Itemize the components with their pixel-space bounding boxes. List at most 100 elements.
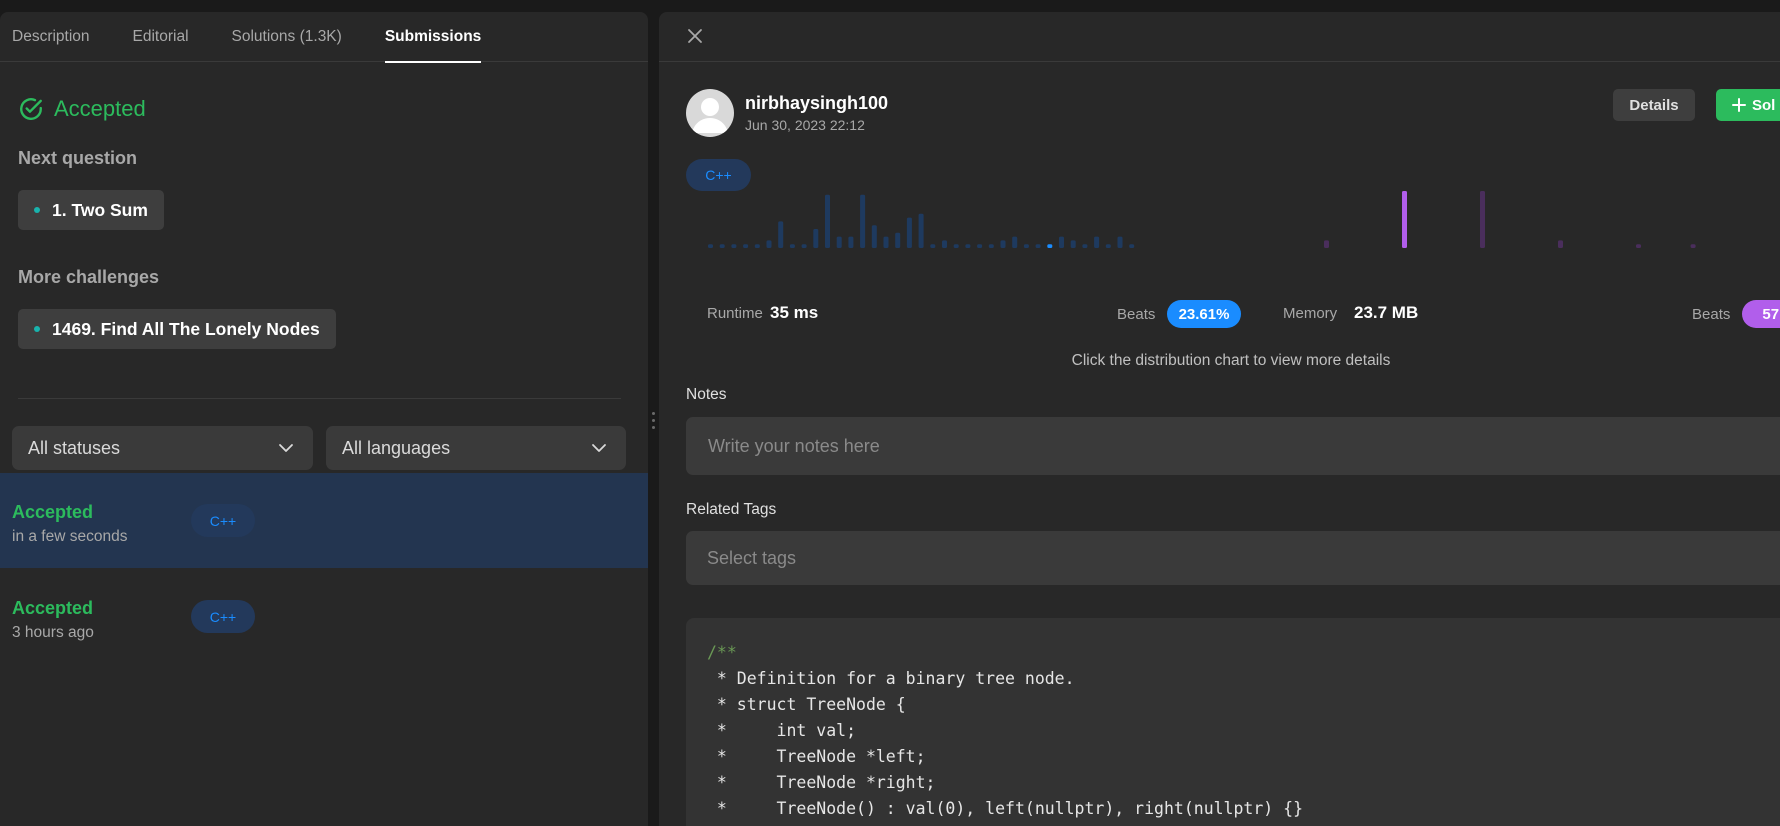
runtime-bar[interactable] bbox=[836, 236, 842, 248]
grip-dot bbox=[652, 412, 655, 415]
runtime-bar[interactable] bbox=[1059, 236, 1064, 248]
tab-editorial[interactable]: Editorial bbox=[133, 12, 189, 62]
submission-status: Accepted bbox=[12, 502, 94, 522]
notes-label: Notes bbox=[686, 386, 727, 403]
memory-value: 23.7 MB bbox=[1354, 303, 1419, 322]
chart-hint: Click the distribution chart to view mor… bbox=[1071, 352, 1391, 369]
runtime-bar[interactable] bbox=[848, 236, 854, 248]
runtime-bar[interactable] bbox=[895, 232, 901, 248]
code-line: /** bbox=[707, 643, 737, 662]
solution-button-label: Sol bbox=[1752, 96, 1776, 114]
username[interactable]: nirbhaysingh100 bbox=[745, 93, 888, 114]
code-line: * Definition for a binary tree node. bbox=[707, 669, 1075, 688]
language-filter-value: All languages bbox=[342, 437, 451, 458]
runtime-bar[interactable] bbox=[1035, 244, 1041, 248]
memory-bar[interactable] bbox=[1558, 240, 1563, 248]
status-filter-value: All statuses bbox=[28, 437, 121, 458]
runtime-bar[interactable] bbox=[1047, 244, 1053, 248]
memory-bar[interactable] bbox=[1480, 191, 1485, 248]
tab-description[interactable]: Description bbox=[12, 12, 90, 62]
chevron-down-icon bbox=[279, 444, 293, 452]
memory-bar[interactable] bbox=[1636, 244, 1641, 248]
close-icon[interactable] bbox=[685, 26, 705, 46]
language-badge: C++ bbox=[686, 159, 751, 191]
status-filter-select[interactable]: All statuses bbox=[12, 426, 313, 470]
user-icon bbox=[692, 98, 728, 133]
runtime-bar[interactable] bbox=[1023, 244, 1029, 248]
tab-solutions[interactable]: Solutions (1.3K) bbox=[232, 12, 342, 62]
runtime-bar[interactable] bbox=[918, 213, 924, 248]
memory-label: Memory bbox=[1283, 305, 1338, 322]
runtime-bar[interactable] bbox=[789, 244, 795, 248]
runtime-bar[interactable] bbox=[930, 244, 936, 248]
more-challenge-link[interactable]: 1469. Find All The Lonely Nodes bbox=[18, 309, 336, 349]
runtime-bar[interactable] bbox=[1129, 244, 1135, 248]
next-question-link[interactable]: 1. Two Sum bbox=[18, 190, 164, 230]
divider bbox=[18, 398, 621, 399]
memory-bar[interactable] bbox=[1402, 191, 1407, 248]
runtime-bar[interactable] bbox=[813, 229, 819, 248]
runtime-bar[interactable] bbox=[871, 225, 877, 248]
runtime-beats-badge: 23.61% bbox=[1167, 300, 1241, 328]
solution-button[interactable]: Sol bbox=[1716, 89, 1780, 121]
code-line: * struct TreeNode { bbox=[707, 695, 906, 714]
submission-time: 3 hours ago bbox=[12, 624, 94, 641]
memory-beats-badge: 57.4 bbox=[1742, 300, 1780, 328]
runtime-bar[interactable] bbox=[778, 221, 784, 248]
runtime-bar[interactable] bbox=[754, 244, 760, 248]
runtime-bar[interactable] bbox=[1094, 236, 1100, 248]
submission-date: Jun 30, 2023 22:12 bbox=[745, 117, 865, 133]
runtime-bar[interactable] bbox=[988, 244, 994, 248]
runtime-bar[interactable] bbox=[1070, 240, 1076, 248]
runtime-bar[interactable] bbox=[743, 244, 749, 248]
runtime-bar[interactable] bbox=[1105, 244, 1111, 248]
code-view[interactable]: /** * Definition for a binary tree node.… bbox=[686, 618, 1780, 826]
tab-submissions[interactable]: Submissions bbox=[384, 12, 482, 63]
runtime-bar[interactable] bbox=[801, 244, 807, 248]
details-button[interactable]: Details bbox=[1613, 89, 1695, 121]
runtime-bar[interactable] bbox=[719, 244, 725, 248]
tags-select[interactable]: Select tags bbox=[686, 531, 1780, 585]
code-line: * TreeNode() : val(0), left(nullptr), ri… bbox=[707, 799, 1304, 818]
submission-row[interactable]: Accepted in a few seconds C++ bbox=[0, 473, 648, 568]
runtime-beats-label: Beats bbox=[1117, 306, 1156, 323]
check-circle-icon bbox=[20, 98, 42, 120]
runtime-bar[interactable] bbox=[977, 244, 983, 248]
submission-row[interactable]: Accepted 3 hours ago C++ bbox=[0, 569, 648, 664]
runtime-bar[interactable] bbox=[883, 236, 889, 248]
runtime-label: Runtime bbox=[707, 305, 763, 322]
runtime-bar[interactable] bbox=[953, 244, 959, 248]
runtime-bar[interactable] bbox=[860, 194, 866, 248]
grip-dot bbox=[652, 419, 655, 422]
top-bar bbox=[0, 0, 1780, 12]
runtime-bar[interactable] bbox=[1082, 244, 1088, 248]
runtime-bar[interactable] bbox=[766, 240, 772, 248]
runtime-bar[interactable] bbox=[825, 194, 830, 248]
runtime-bar[interactable] bbox=[965, 244, 971, 248]
next-question-title: 1. Two Sum bbox=[52, 199, 148, 220]
runtime-bar[interactable] bbox=[708, 244, 713, 248]
avatar[interactable] bbox=[686, 89, 734, 137]
runtime-bar[interactable] bbox=[1000, 240, 1006, 248]
runtime-bar[interactable] bbox=[1117, 236, 1123, 248]
bullet-icon bbox=[34, 207, 40, 213]
submission-language-badge: C++ bbox=[191, 504, 255, 537]
code-line: * TreeNode *left; bbox=[707, 747, 926, 766]
plus-icon bbox=[1732, 98, 1746, 112]
runtime-bar[interactable] bbox=[731, 244, 737, 248]
chevron-down-icon bbox=[592, 444, 606, 452]
runtime-bar[interactable] bbox=[942, 240, 947, 248]
code-line: * int val; bbox=[707, 721, 857, 740]
memory-bar[interactable] bbox=[1690, 244, 1696, 248]
notes-input[interactable]: Write your notes here bbox=[686, 417, 1780, 475]
runtime-bar[interactable] bbox=[906, 217, 912, 248]
runtime-bar[interactable] bbox=[1012, 236, 1018, 248]
more-challenges-label: More challenges bbox=[18, 267, 160, 287]
language-filter-select[interactable]: All languages bbox=[326, 426, 626, 470]
bullet-icon bbox=[34, 326, 40, 332]
submission-detail-panel: nirbhaysingh100 Jun 30, 2023 22:12 Detai… bbox=[659, 12, 1780, 826]
detail-header bbox=[659, 12, 1780, 62]
result-title-text: Accepted bbox=[54, 96, 146, 121]
tab-bar: Description Editorial Solutions (1.3K) S… bbox=[0, 12, 648, 63]
memory-bar[interactable] bbox=[1324, 240, 1329, 248]
